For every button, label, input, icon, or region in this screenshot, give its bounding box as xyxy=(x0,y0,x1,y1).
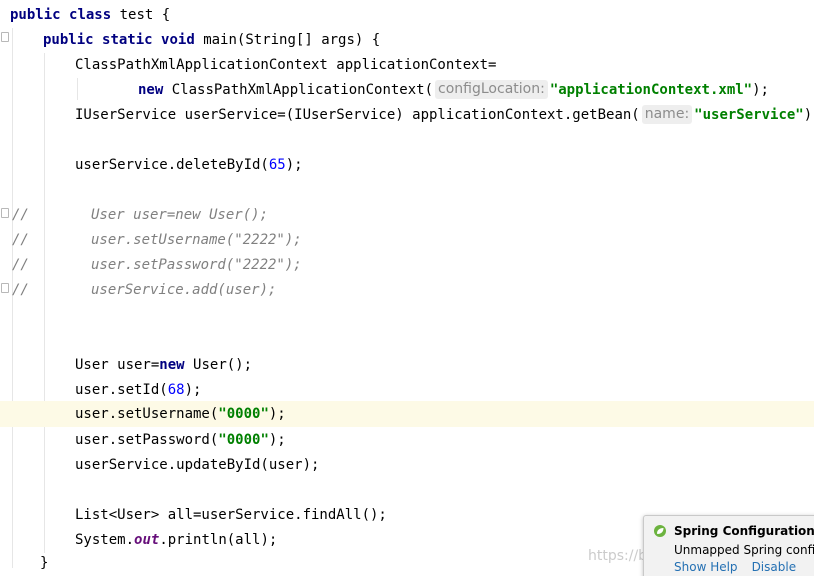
current-code-line[interactable]: user.setUsername("0000"); xyxy=(0,401,814,427)
code-line-commented[interactable]: // user.setPassword("2222"); xyxy=(0,253,814,278)
parameter-hint: name: xyxy=(641,105,693,124)
spring-leaf-icon xyxy=(654,525,666,537)
code-line[interactable]: ClassPathXmlApplicationContext applicati… xyxy=(0,53,814,78)
show-help-link[interactable]: Show Help xyxy=(674,560,738,574)
code-line[interactable]: IUserService userService=(IUserService) … xyxy=(0,103,814,128)
spring-configuration-notification[interactable]: Spring Configuration C Unmapped Spring c… xyxy=(643,515,814,576)
code-line[interactable]: public class test { xyxy=(0,3,814,28)
code-line[interactable]: userService.updateById(user); xyxy=(0,453,814,478)
code-line-commented[interactable]: // user.setUsername("2222"); xyxy=(0,228,814,253)
code-line[interactable]: new ClassPathXmlApplicationContext(confi… xyxy=(0,78,814,103)
notification-body: Unmapped Spring confi xyxy=(674,543,814,557)
code-editor[interactable]: public class test { public static void m… xyxy=(0,0,814,576)
code-line[interactable]: userService.deleteById(65); xyxy=(0,153,814,178)
disable-link[interactable]: Disable xyxy=(752,560,797,574)
code-line-commented[interactable]: // User user=new User(); xyxy=(0,203,814,228)
indent-guide xyxy=(44,53,45,553)
code-line[interactable]: user.setPassword("0000"); xyxy=(0,428,814,453)
code-line[interactable]: user.setId(68); xyxy=(0,378,814,403)
code-line-commented[interactable]: // userService.add(user); xyxy=(0,278,814,303)
code-line[interactable]: User user=new User(); xyxy=(0,353,814,378)
code-line[interactable]: public static void main(String[] args) { xyxy=(0,28,814,53)
notification-title: Spring Configuration C xyxy=(674,524,814,538)
parameter-hint: configLocation: xyxy=(435,80,548,99)
